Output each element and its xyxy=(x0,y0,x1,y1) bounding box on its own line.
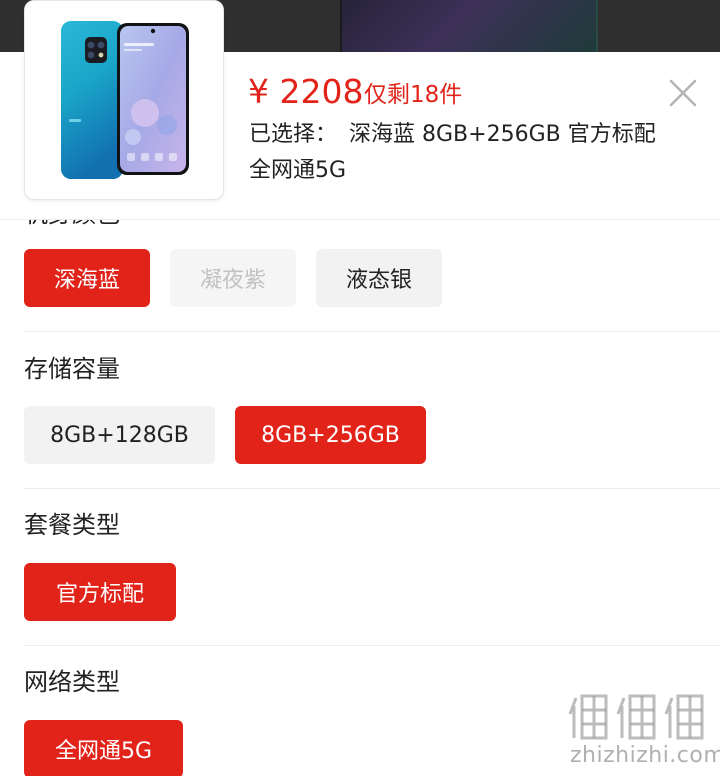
section-title-package: 套餐类型 xyxy=(24,511,120,539)
background-product-photo xyxy=(340,0,598,52)
section-divider xyxy=(24,331,720,332)
selected-value: 深海蓝 8GB+256GB 官方标配 xyxy=(349,122,656,147)
sku-picker-screen: ¥ 2208 仅剩18件 已选择： 深海蓝 8GB+256GB 官方标配 全网通5… xyxy=(0,0,720,776)
watermark-logo xyxy=(568,694,704,740)
selected-label: 已选择： xyxy=(249,122,338,147)
watermark-site: zhizhizhi.com xyxy=(570,743,720,768)
option-network-5g[interactable]: 全网通5G xyxy=(24,720,183,776)
selected-summary-line-1: 已选择： 深海蓝 8GB+256GB 官方标配 xyxy=(249,120,709,150)
option-color-liquid-silver[interactable]: 液态银 xyxy=(316,249,442,307)
stock-remaining: 仅剩18件 xyxy=(364,82,463,108)
option-storage-8-128[interactable]: 8GB+128GB xyxy=(24,406,215,464)
phone-product-image xyxy=(61,21,189,179)
section-title-network: 网络类型 xyxy=(24,668,120,696)
site-watermark: zhizhizhi.com xyxy=(566,688,720,772)
option-color-deep-sea-blue[interactable]: 深海蓝 xyxy=(24,249,150,307)
option-color-night-purple[interactable]: 凝夜紫 xyxy=(170,249,296,307)
section-title-storage: 存储容量 xyxy=(24,355,120,383)
selected-summary-line-2: 全网通5G xyxy=(249,158,347,183)
section-divider xyxy=(24,645,720,646)
sheet-header: ¥ 2208 仅剩18件 已选择： 深海蓝 8GB+256GB 官方标配 全网通5… xyxy=(0,0,720,220)
product-price: ¥ 2208 xyxy=(248,72,364,111)
section-divider xyxy=(24,488,720,489)
sku-bottom-sheet: ¥ 2208 仅剩18件 已选择： 深海蓝 8GB+256GB 官方标配 全网通5… xyxy=(0,0,720,776)
option-package-official[interactable]: 官方标配 xyxy=(24,563,176,621)
close-icon[interactable] xyxy=(664,74,702,112)
product-thumbnail xyxy=(24,0,224,200)
option-storage-8-256[interactable]: 8GB+256GB xyxy=(235,406,426,464)
